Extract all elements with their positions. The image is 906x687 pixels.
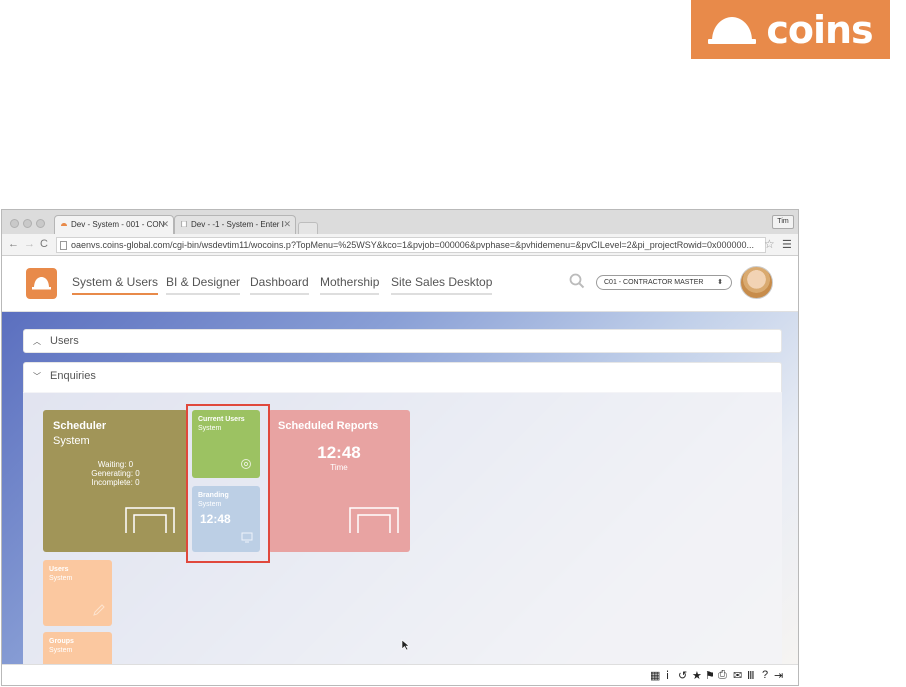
content-area: ︿ Users ﹀ Enquiries Scheduler System Waiti… [2,312,798,664]
page-favicon-icon [181,221,187,227]
nav-dashboard[interactable]: Dashboard [250,275,309,295]
panel-users-title: Users [50,335,79,347]
search-icon[interactable] [569,273,585,289]
new-tab-button[interactable] [298,222,318,234]
flag-icon[interactable]: ⚑ [705,669,715,682]
logo-text: coins [766,7,873,52]
highlight-box [186,404,270,563]
mail-icon[interactable]: ✉ [733,669,742,682]
scheduler-icon [125,507,175,533]
url-field[interactable]: oaenvs.coins-global.com/cgi-bin/wsdevtim… [56,237,766,253]
coins-logo: coins [691,0,890,59]
tab-label: Dev - -1 - System - Enter I [191,220,284,229]
tile-title: Scheduler [53,420,107,432]
close-tab-icon[interactable]: ✕ [161,219,169,230]
browser-tab-enter[interactable]: Dev - -1 - System - Enter I ✕ [174,215,296,234]
maximize-window-dot[interactable] [36,219,45,228]
tile-groups[interactable]: Groups System [43,632,112,664]
panel-enquiries-title: Enquiries [50,370,96,382]
hardhat-icon [32,277,51,290]
favourites-star-icon[interactable]: ★ [692,669,702,682]
waiting-count: Waiting: 0 [97,460,134,469]
tile-scheduled-reports[interactable]: Scheduled Reports 12:48 Time [268,410,410,552]
url-text: oaenvs.coins-global.com/cgi-bin/wsdevtim… [71,240,755,250]
tab-label: Dev - System - 001 - CON [71,220,165,229]
nav-bi-designer[interactable]: BI & Designer [166,275,241,295]
incomplete-count: Incomplete: 0 [91,478,140,487]
profile-chip[interactable]: Tim [772,215,794,229]
page-icon [60,241,67,250]
app-logo[interactable] [26,268,57,299]
back-arrow-icon[interactable]: ← [8,238,19,250]
reports-time: 12:48 [317,443,361,462]
chevron-down-icon: ﹀ [33,372,41,381]
tile-subtitle: System [53,435,90,447]
nav-system-users[interactable]: System & Users [72,275,159,295]
pencil-icon [93,604,105,616]
mouse-cursor-icon [401,639,410,651]
library-icon[interactable]: Ⅲ [747,669,755,682]
print-icon[interactable]: ⎙ [718,669,727,682]
logout-icon[interactable]: ⇥ [774,669,783,682]
forward-arrow-icon[interactable]: → [24,238,35,250]
panel-users-header[interactable]: ︿ Users [23,329,782,353]
generating-count: Generating: 0 [91,469,140,478]
nav-site-sales-desktop[interactable]: Site Sales Desktop [391,275,493,295]
scheduled-reports-icon [349,507,399,533]
footer-toolbar: ▦ ⅰ ↺ ★ ⚑ ⎙ ✉ Ⅲ ? ⇥ [2,664,798,685]
bookmark-star-icon[interactable]: ☆ [764,237,775,251]
hardhat-favicon-icon [61,223,67,226]
tile-users[interactable]: Users System [43,560,112,626]
help-icon[interactable]: ? [762,669,768,681]
user-avatar[interactable] [740,266,773,299]
panel-enquiries-header[interactable]: ﹀ Enquiries [23,362,782,393]
tile-title: Users [49,566,69,573]
info-icon[interactable]: ⅰ [666,669,669,682]
company-value: C01 - CONTRACTOR MASTER [604,279,704,286]
history-icon[interactable]: ↺ [678,669,687,682]
tile-scheduler[interactable]: Scheduler System Waiting: 0 Generating: … [43,410,188,552]
company-select[interactable]: C01 - CONTRACTOR MASTER ⬍ [596,275,732,290]
nav-mothership[interactable]: Mothership [320,275,380,295]
browser-menu-icon[interactable]: ☰ [782,238,792,251]
app-header: System & Users BI & Designer Dashboard M… [2,256,798,312]
hardhat-icon [708,16,757,44]
chevron-up-icon: ︿ [33,337,41,346]
browser-tab-system[interactable]: Dev - System - 001 - CON ✕ [54,215,174,234]
address-bar: ← → C oaenvs.coins-global.com/cgi-bin/ws… [2,234,798,256]
tab-bar: Dev - System - 001 - CON ✕ Dev - -1 - Sy… [2,210,798,234]
reload-icon[interactable]: C [40,238,48,250]
tile-subtitle: System [49,575,73,582]
scheduler-stats: Waiting: 0 Generating: 0 Incomplete: 0 [43,460,188,487]
close-tab-icon[interactable]: ✕ [283,219,291,230]
browser-window: Dev - System - 001 - CON ✕ Dev - -1 - Sy… [1,209,799,686]
tile-title: Groups [49,638,74,645]
minimize-window-dot[interactable] [23,219,32,228]
reports-time-label: Time [330,463,348,472]
tile-title: Scheduled Reports [278,420,379,432]
select-caret-icon: ⬍ [717,279,723,286]
close-window-dot[interactable] [10,219,19,228]
tile-subtitle: System [49,647,73,654]
apps-grid-icon[interactable]: ▦ [650,669,660,682]
